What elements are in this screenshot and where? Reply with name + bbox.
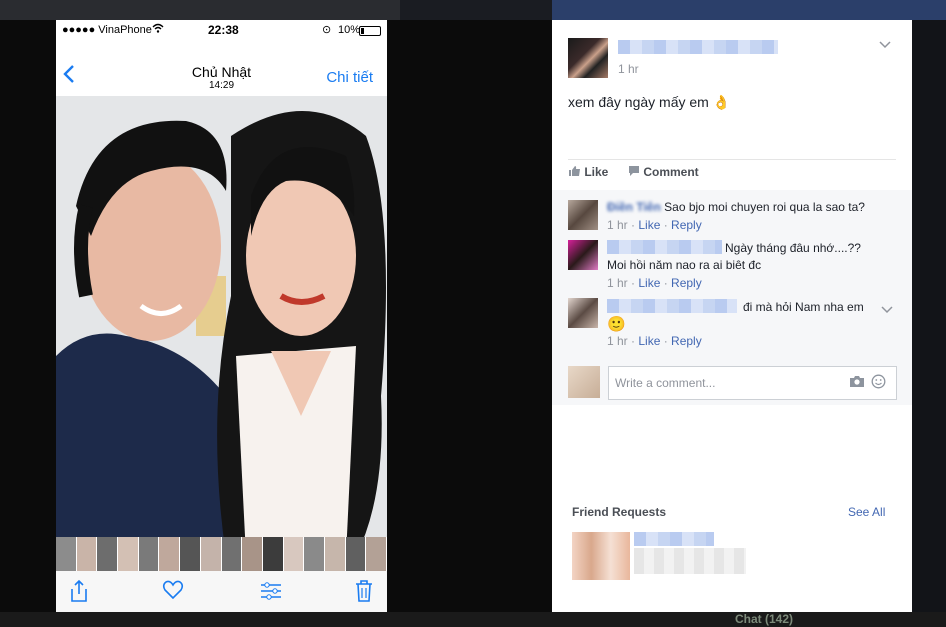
- film-thumb[interactable]: [159, 537, 181, 571]
- details-button[interactable]: Chi tiết: [326, 69, 373, 86]
- photo-navbar: Chủ Nhật 14:29 Chi tiết: [56, 40, 387, 96]
- friend-requests-title: Friend Requests: [572, 505, 667, 519]
- photo-toolbar: [56, 571, 387, 612]
- comment-time[interactable]: 1 hr: [607, 276, 628, 290]
- comment-2-line2: Moi hồi năm nao ra ai biêt đc: [607, 258, 762, 272]
- blurred-friend-name[interactable]: [634, 532, 714, 546]
- post-time[interactable]: 1 hr: [618, 62, 639, 76]
- comment-1-text: Sao bjo moi chuyen roi qua la sao ta?: [664, 200, 865, 214]
- phone-photos-screenshot: ●●●●● VinaPhone 22:38 ⊙ 10% Chủ Nhật 14:…: [56, 20, 387, 612]
- battery-icon: [359, 26, 381, 36]
- comment-button[interactable]: Comment: [628, 165, 699, 179]
- blurred-author-name[interactable]: [607, 240, 722, 254]
- comment-1: Điền Tiên Sao bjo moi chuyen roi qua la …: [607, 200, 865, 214]
- comment-input[interactable]: [613, 375, 837, 391]
- post-author-avatar[interactable]: [568, 38, 608, 78]
- wifi-icon: [152, 23, 164, 36]
- film-thumb[interactable]: [200, 537, 222, 571]
- comment-like-link[interactable]: Like: [638, 276, 660, 290]
- film-thumb[interactable]: [56, 537, 77, 571]
- film-thumb[interactable]: [242, 537, 263, 571]
- current-user-avatar: [568, 366, 600, 398]
- comment-like-link[interactable]: Like: [638, 334, 660, 348]
- see-all-link[interactable]: See All: [848, 505, 885, 519]
- film-thumb[interactable]: [304, 537, 325, 571]
- background-bottom-bar: Chat (142): [0, 612, 946, 627]
- camera-icon[interactable]: [849, 375, 865, 393]
- share-icon[interactable]: [68, 579, 90, 608]
- film-thumb[interactable]: [118, 537, 139, 571]
- comment-avatar[interactable]: [568, 240, 598, 270]
- comment-avatar[interactable]: [568, 200, 598, 230]
- comment-label: Comment: [643, 165, 699, 179]
- blurred-author-name[interactable]: [618, 40, 778, 54]
- like-label: Like: [584, 165, 609, 179]
- blurred-author-name[interactable]: [607, 299, 737, 313]
- comment-3-meta: 1 hr · Like · Reply: [607, 334, 702, 348]
- carrier-label: ●●●●● VinaPhone: [62, 24, 152, 36]
- comment-2-line1: Ngày tháng đâu nhớ....??: [725, 241, 861, 255]
- status-bar: ●●●●● VinaPhone 22:38 ⊙ 10%: [56, 20, 387, 40]
- photo-filmstrip[interactable]: [56, 537, 387, 571]
- film-thumb[interactable]: [180, 537, 201, 571]
- film-thumb[interactable]: [97, 537, 119, 571]
- friend-request-avatar[interactable]: [572, 532, 630, 580]
- comment-3-text: đi mà hỏi Nam nha em: [743, 300, 864, 314]
- comment-time[interactable]: 1 hr: [607, 218, 628, 232]
- comments-section: Điền Tiên Sao bjo moi chuyen roi qua la …: [552, 190, 912, 405]
- chat-label[interactable]: Chat (142): [735, 612, 793, 626]
- selfie-photo[interactable]: [56, 96, 387, 556]
- background-top-left: [0, 0, 400, 20]
- film-thumb[interactable]: [324, 537, 346, 571]
- trash-icon[interactable]: [354, 579, 374, 608]
- sliders-icon[interactable]: [259, 579, 283, 608]
- blurred-friend-info: [634, 548, 746, 574]
- background-right-strip: [912, 20, 946, 612]
- comment-input-box[interactable]: [608, 366, 897, 400]
- background-fb-header: [552, 0, 946, 20]
- post-text: xem đây ngày mấy em 👌: [568, 94, 731, 110]
- comment-time[interactable]: 1 hr: [607, 334, 628, 348]
- divider: [568, 159, 896, 160]
- like-button[interactable]: Like: [568, 165, 608, 179]
- film-thumb[interactable]: [221, 537, 243, 571]
- heart-icon[interactable]: [162, 579, 184, 606]
- comment-reply-link[interactable]: Reply: [671, 276, 702, 290]
- status-time: 22:38: [208, 23, 239, 37]
- comment-avatar[interactable]: [568, 298, 598, 328]
- comment-1-author[interactable]: Điền Tiên: [607, 200, 661, 214]
- comment-like-link[interactable]: Like: [638, 218, 660, 232]
- film-thumb[interactable]: [76, 537, 98, 571]
- chevron-down-icon[interactable]: [879, 38, 891, 52]
- battery-percent: 10%: [338, 24, 361, 36]
- facebook-post-panel: 1 hr xem đây ngày mấy em 👌 Like Comment …: [552, 20, 912, 612]
- comment-1-meta: 1 hr · Like · Reply: [607, 218, 702, 232]
- film-thumb[interactable]: [283, 537, 305, 571]
- comment-reply-link[interactable]: Reply: [671, 218, 702, 232]
- film-thumb[interactable]: [138, 537, 160, 571]
- rotation-lock-icon: ⊙: [322, 24, 332, 36]
- emoji-icon[interactable]: [871, 374, 886, 394]
- comment-chevron-icon[interactable]: [881, 301, 893, 319]
- film-thumb[interactable]: [366, 537, 387, 571]
- smile-emoji: 🙂: [607, 316, 626, 333]
- film-thumb[interactable]: [262, 537, 284, 571]
- comment-reply-link[interactable]: Reply: [671, 334, 702, 348]
- comment-2-meta: 1 hr · Like · Reply: [607, 276, 702, 290]
- film-thumb[interactable]: [345, 537, 367, 571]
